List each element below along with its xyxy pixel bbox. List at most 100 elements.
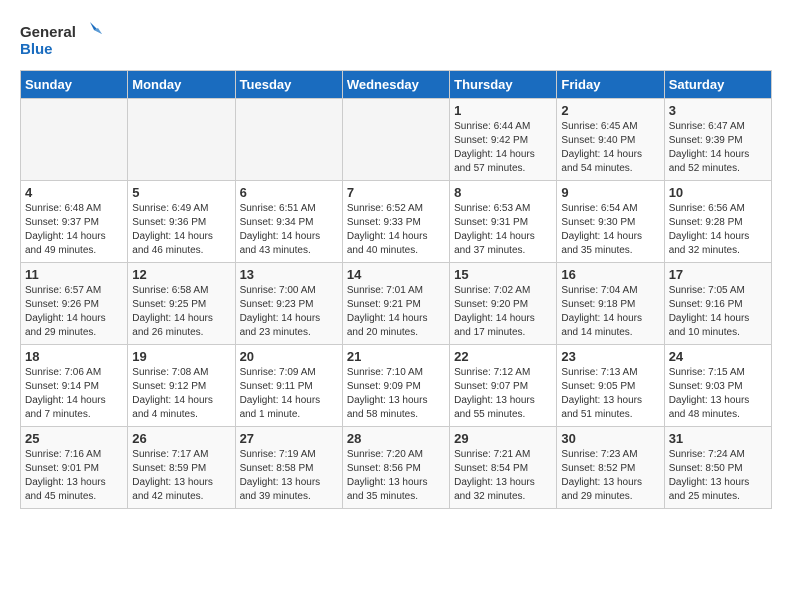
calendar-cell: 26 Sunrise: 7:17 AM Sunset: 8:59 PM Dayli…	[128, 427, 235, 509]
calendar-table: SundayMondayTuesdayWednesdayThursdayFrid…	[20, 70, 772, 509]
day-info: Sunrise: 7:17 AM Sunset: 8:59 PM Dayligh…	[132, 448, 230, 504]
calendar-cell: 12Sunrise: 6:58 AM Sunset: 9:25 PM Dayli…	[128, 263, 235, 345]
day-number: 25	[25, 431, 123, 446]
day-number: 14	[347, 267, 445, 282]
calendar-cell: 4 Sunrise: 6:48 AM Sunset: 9:37 PM Daylig…	[21, 181, 128, 263]
day-info: Sunrise: 6:49 AM Sunset: 9:36 PM Dayligh…	[132, 202, 230, 258]
calendar-cell: 22 Sunrise: 7:12 AM Sunset: 9:07 PM Dayli…	[450, 345, 557, 427]
day-info: Sunrise: 7:16 AM Sunset: 9:01 PM Dayligh…	[25, 448, 123, 504]
day-number: 5	[132, 185, 230, 200]
day-info: Sunrise: 7:06 AM Sunset: 9:14 PM Dayligh…	[25, 366, 123, 422]
day-of-week-header: Thursday	[450, 71, 557, 99]
calendar-cell: 25 Sunrise: 7:16 AM Sunset: 9:01 PM Dayli…	[21, 427, 128, 509]
day-info: Sunrise: 7:08 AM Sunset: 9:12 PM Dayligh…	[132, 366, 230, 422]
day-number: 18	[25, 349, 123, 364]
svg-text:Blue: Blue	[20, 41, 53, 58]
day-number: 4	[25, 185, 123, 200]
day-number: 26	[132, 431, 230, 446]
calendar-cell: 31 Sunrise: 7:24 AM Sunset: 8:50 PM Dayli…	[664, 427, 771, 509]
day-number: 27	[240, 431, 338, 446]
day-info: Sunrise: 7:15 AM Sunset: 9:03 PM Dayligh…	[669, 366, 767, 422]
day-info: Sunrise: 7:04 AM Sunset: 9:18 PM Dayligh…	[561, 284, 659, 340]
day-number: 2	[561, 103, 659, 118]
day-info: Sunrise: 7:24 AM Sunset: 8:50 PM Dayligh…	[669, 448, 767, 504]
svg-text:General: General	[20, 24, 76, 41]
calendar-cell: 11Sunrise: 6:57 AM Sunset: 9:26 PM Dayli…	[21, 263, 128, 345]
day-info: Sunrise: 7:01 AM Sunset: 9:21 PM Dayligh…	[347, 284, 445, 340]
calendar-week-row: 1 Sunrise: 6:44 AM Sunset: 9:42 PM Daylig…	[21, 99, 772, 181]
day-number: 15	[454, 267, 552, 282]
calendar-cell: 17 Sunrise: 7:05 AM Sunset: 9:16 PM Dayli…	[664, 263, 771, 345]
day-number: 22	[454, 349, 552, 364]
calendar-header: SundayMondayTuesdayWednesdayThursdayFrid…	[21, 71, 772, 99]
calendar-cell	[342, 99, 449, 181]
calendar-cell: 8 Sunrise: 6:53 AM Sunset: 9:31 PM Daylig…	[450, 181, 557, 263]
day-number: 16	[561, 267, 659, 282]
day-number: 29	[454, 431, 552, 446]
calendar-week-row: 4 Sunrise: 6:48 AM Sunset: 9:37 PM Daylig…	[21, 181, 772, 263]
calendar-body: 1 Sunrise: 6:44 AM Sunset: 9:42 PM Daylig…	[21, 99, 772, 509]
day-of-week-header: Friday	[557, 71, 664, 99]
day-info: Sunrise: 6:45 AM Sunset: 9:40 PM Dayligh…	[561, 120, 659, 176]
day-info: Sunrise: 6:54 AM Sunset: 9:30 PM Dayligh…	[561, 202, 659, 258]
calendar-cell: 19 Sunrise: 7:08 AM Sunset: 9:12 PM Dayli…	[128, 345, 235, 427]
calendar-cell: 1 Sunrise: 6:44 AM Sunset: 9:42 PM Daylig…	[450, 99, 557, 181]
day-of-week-header: Tuesday	[235, 71, 342, 99]
calendar-cell: 30 Sunrise: 7:23 AM Sunset: 8:52 PM Dayli…	[557, 427, 664, 509]
day-number: 21	[347, 349, 445, 364]
calendar-cell: 7Sunrise: 6:52 AM Sunset: 9:33 PM Daylig…	[342, 181, 449, 263]
day-info: Sunrise: 6:53 AM Sunset: 9:31 PM Dayligh…	[454, 202, 552, 258]
day-number: 3	[669, 103, 767, 118]
days-of-week-row: SundayMondayTuesdayWednesdayThursdayFrid…	[21, 71, 772, 99]
calendar-cell: 27Sunrise: 7:19 AM Sunset: 8:58 PM Dayli…	[235, 427, 342, 509]
day-of-week-header: Saturday	[664, 71, 771, 99]
day-info: Sunrise: 7:02 AM Sunset: 9:20 PM Dayligh…	[454, 284, 552, 340]
day-info: Sunrise: 7:13 AM Sunset: 9:05 PM Dayligh…	[561, 366, 659, 422]
calendar-cell: 6Sunrise: 6:51 AM Sunset: 9:34 PM Daylig…	[235, 181, 342, 263]
calendar-cell: 15 Sunrise: 7:02 AM Sunset: 9:20 PM Dayli…	[450, 263, 557, 345]
day-number: 10	[669, 185, 767, 200]
calendar-cell: 16 Sunrise: 7:04 AM Sunset: 9:18 PM Dayli…	[557, 263, 664, 345]
calendar-cell: 10Sunrise: 6:56 AM Sunset: 9:28 PM Dayli…	[664, 181, 771, 263]
calendar-week-row: 11Sunrise: 6:57 AM Sunset: 9:26 PM Dayli…	[21, 263, 772, 345]
day-number: 9	[561, 185, 659, 200]
calendar-cell: 28 Sunrise: 7:20 AM Sunset: 8:56 PM Dayli…	[342, 427, 449, 509]
day-info: Sunrise: 7:12 AM Sunset: 9:07 PM Dayligh…	[454, 366, 552, 422]
day-number: 1	[454, 103, 552, 118]
day-info: Sunrise: 6:58 AM Sunset: 9:25 PM Dayligh…	[132, 284, 230, 340]
day-info: Sunrise: 7:09 AM Sunset: 9:11 PM Dayligh…	[240, 366, 338, 422]
day-info: Sunrise: 7:05 AM Sunset: 9:16 PM Dayligh…	[669, 284, 767, 340]
day-number: 30	[561, 431, 659, 446]
day-info: Sunrise: 7:21 AM Sunset: 8:54 PM Dayligh…	[454, 448, 552, 504]
calendar-cell: 14 Sunrise: 7:01 AM Sunset: 9:21 PM Dayli…	[342, 263, 449, 345]
calendar-cell: 13Sunrise: 7:00 AM Sunset: 9:23 PM Dayli…	[235, 263, 342, 345]
day-number: 20	[240, 349, 338, 364]
day-info: Sunrise: 7:00 AM Sunset: 9:23 PM Dayligh…	[240, 284, 338, 340]
calendar-week-row: 18 Sunrise: 7:06 AM Sunset: 9:14 PM Dayli…	[21, 345, 772, 427]
day-info: Sunrise: 7:10 AM Sunset: 9:09 PM Dayligh…	[347, 366, 445, 422]
day-number: 31	[669, 431, 767, 446]
day-info: Sunrise: 6:44 AM Sunset: 9:42 PM Dayligh…	[454, 120, 552, 176]
day-number: 24	[669, 349, 767, 364]
calendar-cell: 18 Sunrise: 7:06 AM Sunset: 9:14 PM Dayli…	[21, 345, 128, 427]
day-info: Sunrise: 6:48 AM Sunset: 9:37 PM Dayligh…	[25, 202, 123, 258]
day-of-week-header: Sunday	[21, 71, 128, 99]
calendar-cell: 2 Sunrise: 6:45 AM Sunset: 9:40 PM Daylig…	[557, 99, 664, 181]
calendar-cell: 20 Sunrise: 7:09 AM Sunset: 9:11 PM Dayli…	[235, 345, 342, 427]
day-info: Sunrise: 7:23 AM Sunset: 8:52 PM Dayligh…	[561, 448, 659, 504]
day-number: 19	[132, 349, 230, 364]
day-number: 17	[669, 267, 767, 282]
calendar-cell: 29 Sunrise: 7:21 AM Sunset: 8:54 PM Dayli…	[450, 427, 557, 509]
day-number: 28	[347, 431, 445, 446]
calendar-week-row: 25 Sunrise: 7:16 AM Sunset: 9:01 PM Dayli…	[21, 427, 772, 509]
calendar-cell: 9 Sunrise: 6:54 AM Sunset: 9:30 PM Daylig…	[557, 181, 664, 263]
day-number: 8	[454, 185, 552, 200]
day-number: 6	[240, 185, 338, 200]
day-info: Sunrise: 6:57 AM Sunset: 9:26 PM Dayligh…	[25, 284, 123, 340]
day-info: Sunrise: 7:20 AM Sunset: 8:56 PM Dayligh…	[347, 448, 445, 504]
page-header: GeneralBlue	[20, 20, 772, 60]
day-number: 23	[561, 349, 659, 364]
day-of-week-header: Wednesday	[342, 71, 449, 99]
calendar-cell: 3Sunrise: 6:47 AM Sunset: 9:39 PM Daylig…	[664, 99, 771, 181]
calendar-cell	[128, 99, 235, 181]
